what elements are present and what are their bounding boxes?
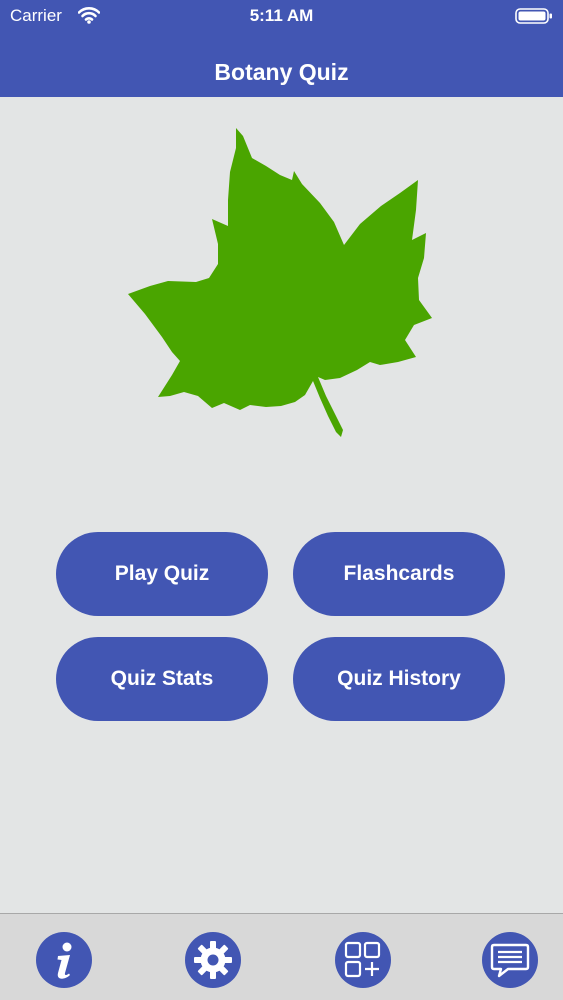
tab-bar (0, 913, 563, 1000)
page-title: Botany Quiz (214, 59, 349, 85)
chat-icon[interactable] (482, 932, 538, 988)
battery-icon (515, 7, 553, 30)
info-icon[interactable] (36, 932, 92, 988)
quiz-stats-button[interactable]: Quiz Stats (56, 637, 268, 721)
leaf-icon (120, 124, 440, 444)
status-time: 5:11 AM (249, 6, 314, 25)
quiz-history-button[interactable]: Quiz History (293, 637, 505, 721)
play-quiz-button[interactable]: Play Quiz (56, 532, 268, 616)
gear-icon[interactable] (185, 932, 241, 988)
grid-add-icon[interactable] (335, 932, 391, 988)
flashcards-button[interactable]: Flashcards (293, 532, 505, 616)
header: Carrier 5:11 AM Botany Quiz (0, 0, 563, 97)
